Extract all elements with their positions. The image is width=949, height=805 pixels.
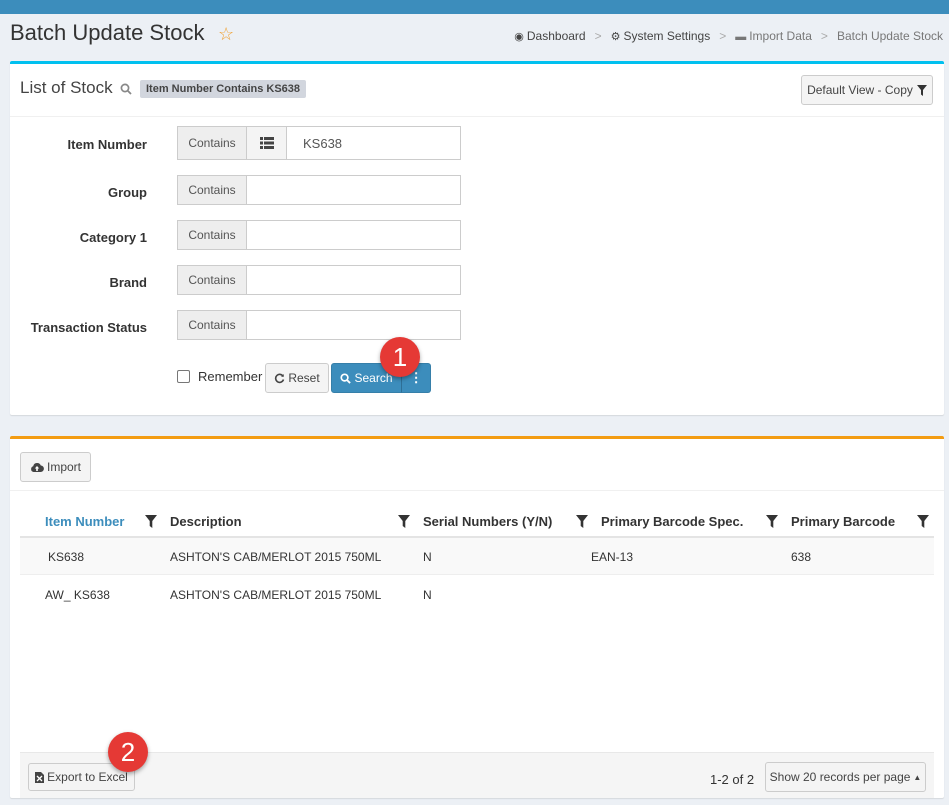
cell-serial-numbers: N (423, 550, 432, 564)
records-per-page-button[interactable]: Show 20 records per page ▲ (765, 762, 926, 792)
step-marker-1: 1 (380, 337, 420, 377)
operator-item-number[interactable]: Contains (177, 126, 247, 160)
brand-input[interactable] (246, 265, 461, 295)
operator-category-1[interactable]: Contains (177, 220, 247, 250)
group-input[interactable] (246, 175, 461, 205)
breadcrumb-system-settings[interactable]: ⚙ System Settings (611, 29, 711, 43)
breadcrumb-separator: > (719, 29, 727, 43)
view-selector-label: Default View - Copy (807, 83, 913, 97)
list-icon (259, 137, 274, 149)
funnel-icon (916, 84, 927, 96)
per-page-label: Show 20 records per page (769, 770, 911, 784)
export-label: Export to Excel (47, 770, 128, 784)
field-label-category-1: Category 1 (79, 230, 147, 245)
view-selector-button[interactable]: Default View - Copy (801, 75, 933, 105)
category-1-input[interactable] (246, 220, 461, 250)
cloud-upload-icon (31, 462, 44, 472)
favorite-star-icon[interactable]: ☆ (218, 24, 234, 45)
refresh-icon (275, 373, 285, 383)
field-label-group: Group (108, 185, 147, 200)
caret-up-icon: ▲ (913, 772, 922, 782)
column-header-item-number[interactable]: Item Number (45, 514, 124, 529)
cell-barcode: 638 (791, 550, 812, 564)
search-label: Search (354, 371, 393, 385)
search-icon (340, 372, 352, 384)
cell-item-number: KS638 (48, 550, 85, 564)
remember-label: Remember (198, 369, 263, 384)
breadcrumb-separator: > (594, 29, 602, 43)
filter-funnel-icon[interactable] (576, 515, 588, 531)
cell-item-number: AW_ KS638 (45, 588, 110, 602)
checkbox-box[interactable] (177, 370, 190, 383)
item-number-input[interactable]: KS638 (286, 126, 461, 160)
record-count: 1-2 of 2 (710, 772, 755, 787)
column-header-primary-barcode[interactable]: Primary Barcode (791, 514, 895, 529)
excel-file-icon (35, 771, 45, 783)
column-header-serial-numbers[interactable]: Serial Numbers (Y/N) (423, 514, 552, 529)
field-label-brand: Brand (109, 275, 147, 290)
reset-button[interactable]: Reset (265, 363, 329, 393)
operator-brand[interactable]: Contains (177, 265, 247, 295)
reset-label: Reset (288, 371, 320, 385)
cell-serial-numbers: N (423, 588, 432, 602)
table-row[interactable]: KS638 ASHTON'S CAB/MERLOT 2015 750ML N E… (20, 538, 934, 575)
results-panel: Import Item Number Description Serial Nu… (10, 436, 944, 798)
divider (10, 116, 944, 117)
breadcrumb-current: Batch Update Stock (836, 29, 943, 43)
breadcrumb: ◉ Dashboard > ⚙ System Settings > ▬ Import … (514, 29, 943, 43)
table-row[interactable]: AW_ KS638 ASHTON'S CAB/MERLOT 2015 750ML… (20, 576, 934, 613)
import-label: Import (46, 460, 81, 474)
folder-open-icon: ▬ (735, 31, 747, 43)
breadcrumb-dashboard[interactable]: ◉ Dashboard (514, 29, 585, 43)
divider (10, 490, 944, 491)
breadcrumb-import-data[interactable]: ▬ Import Data (735, 29, 812, 43)
field-label-transaction-status: Transaction Status (30, 320, 147, 335)
column-header-description[interactable]: Description (170, 514, 242, 529)
column-header-primary-barcode-spec[interactable]: Primary Barcode Spec. (601, 514, 743, 529)
filter-funnel-icon[interactable] (766, 515, 778, 531)
remember-checkbox[interactable]: Remember (177, 369, 262, 384)
active-filter-badge[interactable]: Item Number Contains KS638 (140, 80, 307, 98)
search-icon[interactable] (120, 83, 132, 98)
cell-description: ASHTON'S CAB/MERLOT 2015 750ML (170, 550, 382, 564)
table-footer: Export to Excel 1-2 of 2 Show 20 records… (20, 752, 934, 798)
breadcrumb-separator: > (820, 29, 828, 43)
operator-transaction-status[interactable]: Contains (177, 310, 247, 340)
filter-panel: List of Stock Item Number Contains KS638… (10, 61, 944, 415)
page-title: Batch Update Stock (10, 20, 205, 45)
transaction-status-input[interactable] (246, 310, 461, 340)
operator-group[interactable]: Contains (177, 175, 247, 205)
filter-funnel-icon[interactable] (917, 515, 929, 531)
list-toggle-button[interactable] (246, 126, 287, 160)
filter-funnel-icon[interactable] (398, 515, 410, 531)
cell-barcode-spec: EAN-13 (591, 550, 634, 564)
filter-funnel-icon[interactable] (145, 515, 157, 531)
cell-description: ASHTON'S CAB/MERLOT 2015 750ML (170, 588, 382, 602)
panel-title: List of Stock (20, 78, 113, 97)
field-label-item-number: Item Number (67, 137, 147, 152)
dashboard-icon: ◉ (514, 31, 524, 43)
step-marker-2: 2 (108, 732, 148, 772)
import-button[interactable]: Import (20, 452, 91, 482)
gear-icon: ⚙ (610, 31, 621, 43)
top-navbar (0, 0, 949, 14)
